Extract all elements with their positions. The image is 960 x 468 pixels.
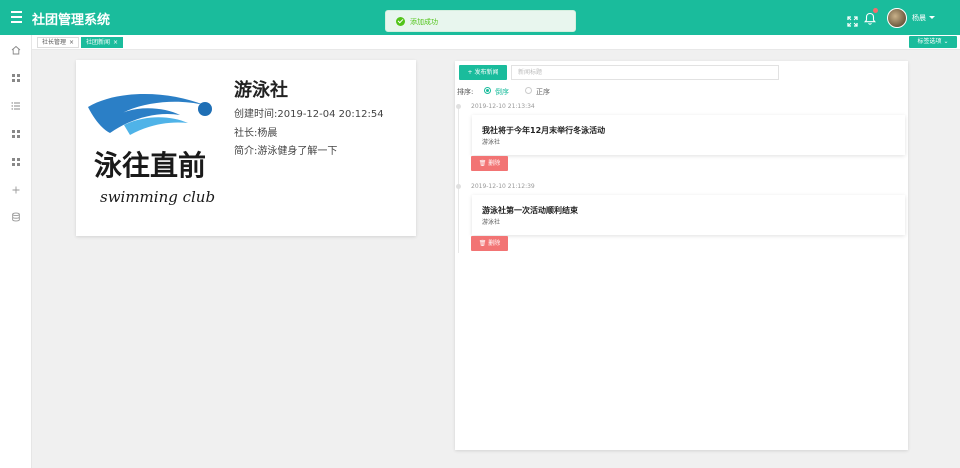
- sort-asc-radio[interactable]: [525, 87, 532, 94]
- sort-desc-label[interactable]: 倒序: [495, 87, 509, 97]
- trash-icon: 🗑: [478, 160, 487, 167]
- close-icon[interactable]: ×: [69, 39, 74, 46]
- publish-label: 发布新闻: [474, 69, 499, 76]
- news-panel: + 发布新闻 排序: 倒序 正序 2019-12-10 21:13:34 我社将…: [455, 61, 908, 450]
- news-timestamp: 2019-12-10 21:12:39: [471, 183, 535, 190]
- left-sidebar: [0, 35, 32, 468]
- notification-badge: [873, 8, 878, 13]
- trash-icon: 🗑: [478, 240, 487, 247]
- sort-asc-label[interactable]: 正序: [536, 87, 550, 97]
- plus-icon[interactable]: [11, 185, 21, 195]
- avatar[interactable]: [887, 8, 907, 28]
- sort-desc-radio[interactable]: [484, 87, 491, 94]
- toast-message: 添加成功: [410, 18, 438, 26]
- sort-label: 排序:: [457, 88, 474, 96]
- plus-icon: +: [467, 69, 473, 76]
- app-title: 社团管理系统: [32, 13, 111, 28]
- fullscreen-icon[interactable]: [847, 12, 858, 27]
- grid-icon[interactable]: [11, 157, 21, 167]
- delete-news-button[interactable]: 🗑 删除: [471, 236, 508, 251]
- club-info-card: 泳往直前 swimming club 游泳社 创建时间:2019-12-04 2…: [76, 60, 416, 236]
- logo-chinese-text: 泳往直前: [94, 149, 206, 182]
- success-toast: 添加成功: [385, 10, 576, 32]
- tab-label: 社团新闻: [86, 39, 111, 46]
- club-created-time: 创建时间:2019-12-04 20:12:54: [234, 109, 384, 120]
- chevron-down-icon: ⌄: [943, 38, 949, 45]
- news-club: 游泳社: [482, 139, 501, 146]
- menu-icon[interactable]: [11, 11, 22, 23]
- tab-options-label: 标签选项: [917, 38, 942, 45]
- home-icon[interactable]: [11, 45, 21, 55]
- delete-label: 删除: [488, 160, 501, 167]
- news-title-search-input[interactable]: [511, 65, 779, 80]
- grid-icon[interactable]: [11, 129, 21, 139]
- club-logo: 泳往直前 swimming club: [84, 89, 216, 211]
- logo-english-text: swimming club: [100, 188, 215, 206]
- user-name[interactable]: 杨晨: [912, 13, 926, 23]
- list-icon[interactable]: [11, 101, 21, 111]
- database-icon[interactable]: [11, 212, 21, 222]
- tab-club-news[interactable]: 社团新闻 ×: [81, 37, 124, 48]
- news-club: 游泳社: [482, 219, 501, 226]
- club-intro: 简介:游泳健身了解一下: [234, 146, 338, 157]
- delete-news-button[interactable]: 🗑 删除: [471, 156, 508, 171]
- timeline-dot: [456, 184, 461, 189]
- timeline-line: [458, 107, 459, 253]
- chevron-down-icon[interactable]: [929, 16, 935, 19]
- news-title: 游泳社第一次活动顺利结束: [482, 206, 578, 215]
- tab-bar: 社长管理 × 社团新闻 ×: [32, 35, 960, 50]
- club-president: 社长:杨晨: [234, 128, 278, 139]
- publish-news-button[interactable]: + 发布新闻: [459, 65, 507, 80]
- check-circle-icon: [396, 17, 405, 26]
- tab-label: 社长管理: [42, 39, 67, 46]
- tab-options-button[interactable]: 标签选项 ⌄: [909, 36, 957, 48]
- delete-label: 删除: [488, 240, 501, 247]
- news-timestamp: 2019-12-10 21:13:34: [471, 103, 535, 110]
- timeline-dot: [456, 104, 461, 109]
- close-icon[interactable]: ×: [113, 39, 118, 46]
- news-card[interactable]: 我社将于今年12月末举行冬泳活动 游泳社: [472, 115, 905, 155]
- tab-president-management[interactable]: 社长管理 ×: [37, 37, 80, 48]
- news-title: 我社将于今年12月末举行冬泳活动: [482, 126, 606, 135]
- news-card[interactable]: 游泳社第一次活动顺利结束 游泳社: [472, 195, 905, 235]
- grid-icon[interactable]: [11, 73, 21, 83]
- club-name: 游泳社: [234, 80, 288, 101]
